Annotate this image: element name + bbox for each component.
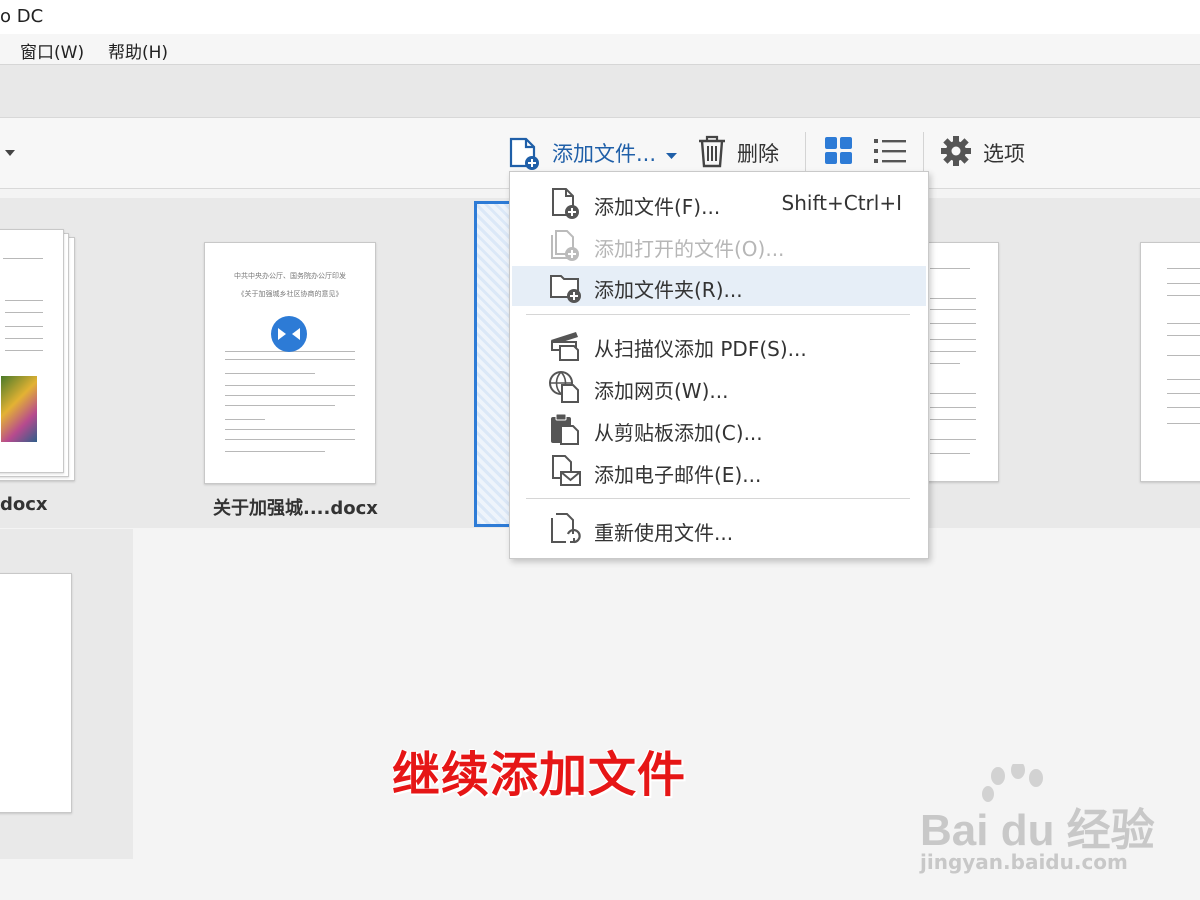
file-thumbnail[interactable]: 中共中央办公厅、国务院办公厅印发 《关于加强城乡社区协商的意见》 <box>204 242 376 484</box>
add-file-icon <box>548 186 582 220</box>
menu-item-web-page[interactable]: 添加网页(W)... <box>512 367 926 407</box>
file-thumbnail[interactable] <box>1140 242 1200 482</box>
menu-item-label: 添加电子邮件(E)... <box>594 463 762 487</box>
title-bar: o DC <box>0 0 1200 34</box>
menu-item-clipboard[interactable]: 从剪贴板添加(C)... <box>512 409 926 449</box>
web-page-icon <box>548 370 582 404</box>
menu-help[interactable]: 帮助(H) <box>108 38 168 63</box>
chevron-down-icon <box>666 141 678 165</box>
menu-item-label: 从剪贴板添加(C)... <box>594 421 763 445</box>
window-title: o DC <box>0 6 44 27</box>
menu-window[interactable]: 窗口(W) <box>20 38 84 63</box>
menu-separator <box>526 314 910 315</box>
tool-strip <box>0 65 1200 118</box>
reuse-files-icon <box>548 512 582 546</box>
delete-button[interactable]: 删除 <box>696 134 779 173</box>
gear-icon <box>941 135 971 171</box>
menu-bar: 窗口(W) 帮助(H) <box>0 34 1200 65</box>
file-thumbnail[interactable] <box>0 573 72 813</box>
grid-view-button[interactable] <box>824 136 854 170</box>
add-file-icon <box>506 136 544 170</box>
merge-indicator-icon <box>271 316 307 352</box>
doc-heading: 《关于加强城乡社区协商的意见》 <box>237 290 343 298</box>
menu-item-scanner[interactable]: 从扫描仪添加 PDF(S)... <box>512 325 926 365</box>
email-icon <box>548 454 582 488</box>
file-name: docx <box>0 494 48 515</box>
menu-item-shortcut: Shift+Ctrl+I <box>781 191 902 215</box>
menu-item-reuse-files[interactable]: 重新使用文件... <box>512 509 926 549</box>
menu-item-email[interactable]: 添加电子邮件(E)... <box>512 451 926 491</box>
add-files-dropdown-menu: 添加文件(F)... Shift+Ctrl+I 添加打开的文件(O)... 添加… <box>509 171 929 559</box>
add-folder-icon <box>548 269 582 303</box>
toolbar-divider <box>805 132 806 172</box>
file-thumbnail[interactable] <box>925 242 999 482</box>
add-open-files-icon <box>548 228 582 262</box>
menu-item-label: 重新使用文件... <box>594 521 734 545</box>
left-dropdown-arrow-icon[interactable] <box>4 136 16 170</box>
watermark-brand: Bai du 经验 <box>920 806 1155 855</box>
menu-item-label: 添加文件夹(R)... <box>594 278 743 302</box>
menu-item-add-open-files: 添加打开的文件(O)... <box>512 225 926 265</box>
clipboard-icon <box>548 412 582 446</box>
add-files-button[interactable]: 添加文件... <box>506 136 678 170</box>
options-button[interactable]: 选项 <box>941 135 1025 171</box>
menu-item-add-files[interactable]: 添加文件(F)... Shift+Ctrl+I <box>512 183 926 223</box>
thumbnail-image <box>1 376 37 442</box>
instruction-caption: 继续添加文件 <box>392 747 687 803</box>
file-name: 关于加强城....docx <box>213 498 378 519</box>
watermark-url: jingyan.baidu.com <box>920 850 1128 874</box>
doc-heading: 中共中央办公厅、国务院办公厅印发 <box>234 272 346 280</box>
scanner-icon <box>548 328 582 362</box>
menu-separator <box>526 498 910 499</box>
delete-label: 删除 <box>737 142 779 166</box>
menu-item-label: 添加打开的文件(O)... <box>594 237 785 261</box>
menu-item-label: 添加网页(W)... <box>594 379 729 403</box>
grid-view-icon <box>824 136 854 171</box>
menu-item-label: 从扫描仪添加 PDF(S)... <box>594 337 807 361</box>
file-thumbnail[interactable] <box>0 229 64 473</box>
menu-item-label: 添加文件(F)... <box>594 195 721 219</box>
trash-icon <box>696 134 728 173</box>
list-view-icon <box>874 137 906 170</box>
menu-item-add-folder[interactable]: 添加文件夹(R)... <box>512 266 926 306</box>
toolbar-divider <box>923 132 924 172</box>
options-label: 选项 <box>983 142 1025 166</box>
list-view-button[interactable] <box>874 136 906 170</box>
add-files-label: 添加文件... <box>552 142 657 166</box>
